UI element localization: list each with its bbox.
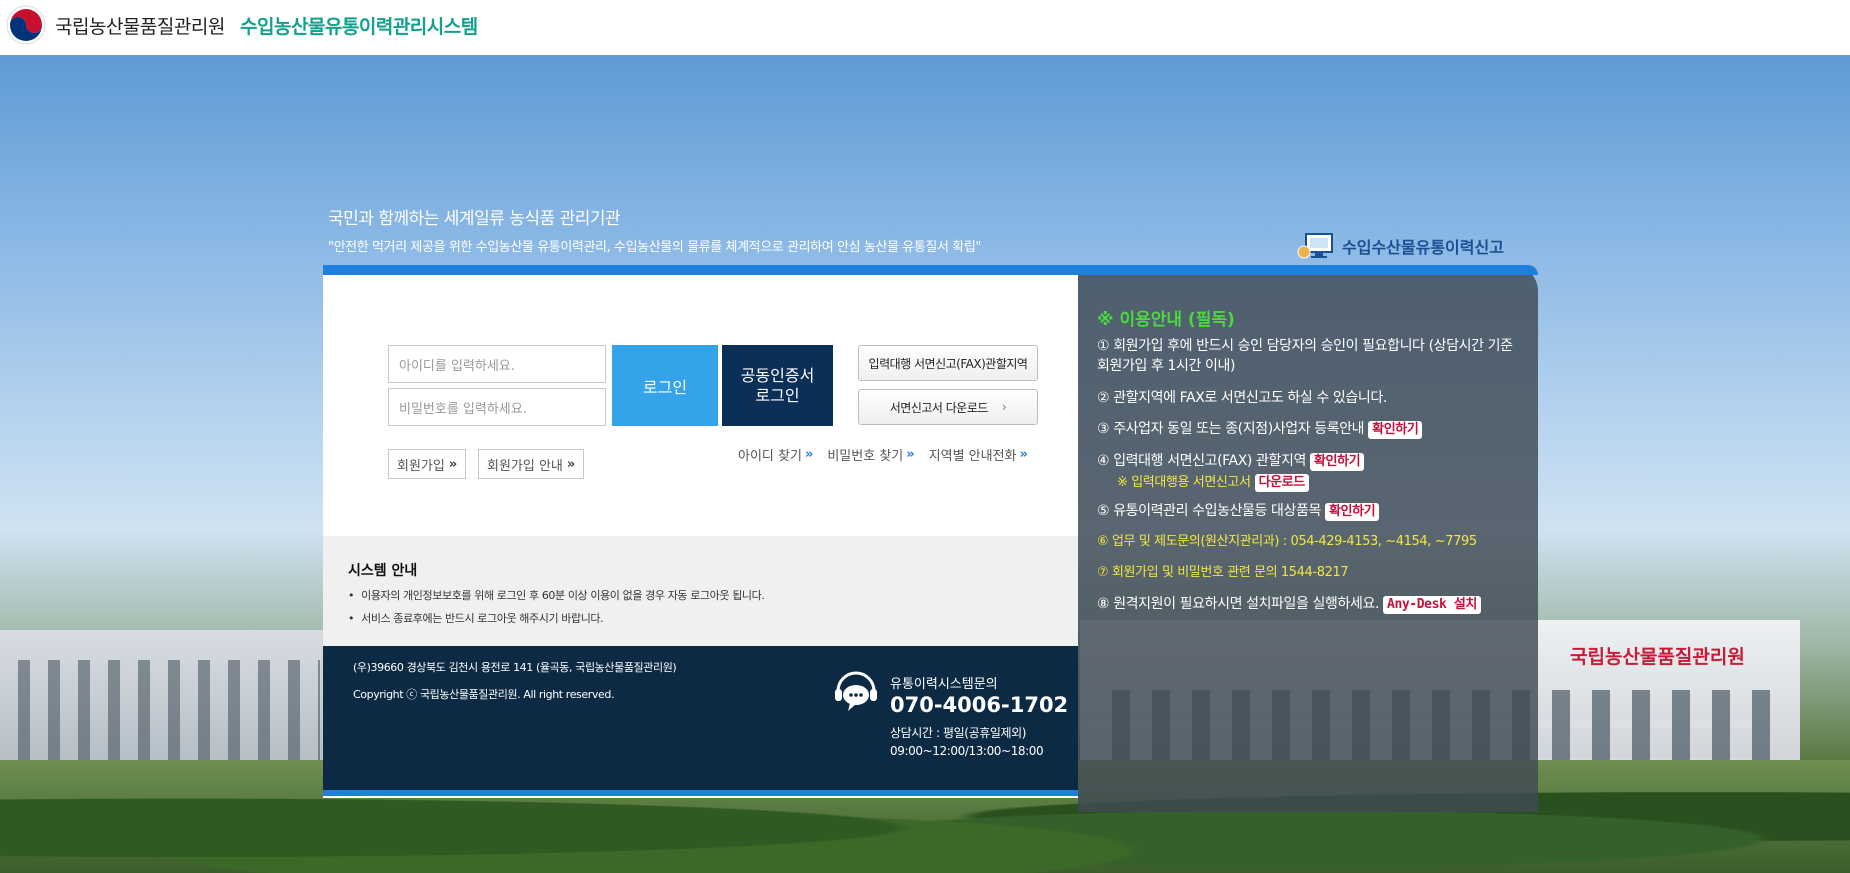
double-chevron-icon: » [448, 456, 458, 472]
certificate-login-button[interactable]: 공동인증서 로그인 [722, 345, 833, 426]
double-chevron-icon: » [804, 447, 814, 462]
usage-guide-panel-accent [1078, 265, 1538, 275]
system-name[interactable]: 수입농산물유통이력관리시스템 [240, 12, 478, 39]
double-chevron-icon: » [906, 447, 915, 462]
download-form-button[interactable]: 서면신고서 다운로드 › [858, 389, 1038, 425]
branch-business-confirm-button[interactable]: 확인하기 [1368, 421, 1423, 439]
usage-guide-item-3-text: ③ 주사업자 동일 또는 종(지점)사업자 등록안내 [1097, 421, 1365, 437]
find-id-link[interactable]: 아이디 찾기 » [738, 445, 813, 464]
government-emblem-logo[interactable] [6, 5, 46, 45]
written-report-download-button[interactable]: 다운로드 [1254, 474, 1309, 492]
contact-hours: 상담시간 : 평일(공휴일제외) [890, 726, 1027, 740]
contact-title: 유통이력시스템문의 [890, 677, 998, 692]
usage-guide-item-5-text: ⑤ 유통이력관리 수입농산물등 대상품목 [1097, 503, 1321, 519]
regional-contact-label: 지역별 안내전화 [928, 449, 1017, 464]
usage-guide-item-4-sub: ※ 입력대행용 서면신고서 다운로드 [1117, 471, 1309, 492]
usage-guide-item-4: ④ 입력대행 서면신고(FAX) 관할지역 확인하기 [1097, 451, 1527, 471]
system-notice-line: 서비스 종료후에는 반드시 로그아웃 해주시기 바랍니다. [348, 610, 604, 626]
password-input[interactable]: 비밀번호를 입력하세요. [388, 388, 606, 426]
usage-guide-item-8: ⑧ 원격지원이 필요하시면 설치파일을 실행하세요. Any-Desk 설치 [1097, 594, 1527, 614]
find-password-link[interactable]: 비밀번호 찾기 » [827, 445, 914, 464]
find-password-label: 비밀번호 찾기 [827, 449, 904, 464]
contact-hours-time: 09:00~12:00/13:00~18:00 [890, 744, 1044, 758]
login-button[interactable]: 로그인 [612, 345, 718, 426]
user-id-input[interactable]: 아이디를 입력하세요. [388, 345, 606, 383]
anydesk-install-button[interactable]: Any-Desk 설치 [1383, 596, 1481, 614]
org-name[interactable]: 국립농산물품질관리원 [55, 12, 225, 39]
double-chevron-icon: » [1019, 447, 1028, 462]
usage-guide-item-6: ⑥ 업무 및 제도문의(원산지관리과) : 054-429-4153, ~415… [1097, 534, 1477, 549]
fax-area-confirm-button[interactable]: 확인하기 [1309, 453, 1365, 471]
system-notice-line: 이용자의 개인정보보호를 위해 로그인 후 60분 이상 이용이 없을 경우 자… [348, 587, 765, 603]
signup-guide-label: 회원가입 안내 [487, 458, 563, 474]
find-id-label: 아이디 찾기 [738, 449, 802, 464]
usage-guide-title: ※ 이용안내 (필독) [1097, 310, 1235, 330]
signup-label: 회원가입 [397, 458, 445, 474]
password-placeholder: 비밀번호를 입력하세요. [399, 401, 527, 417]
usage-guide-item-5: ⑤ 유통이력관리 수입농산물등 대상품목 확인하기 [1097, 501, 1527, 521]
footer-copyright: Copyright ⓒ 국립농산물품질관리원. All right reserv… [353, 688, 615, 701]
signup-button[interactable]: 회원가입 » [388, 449, 467, 479]
usage-guide-item-4-sub-text: ※ 입력대행용 서면신고서 [1117, 475, 1251, 490]
account-help-links: 아이디 찾기 » 비밀번호 찾기 » 지역별 안내전화 » [738, 445, 1028, 464]
usage-guide-item-7: ⑦ 회원가입 및 비밀번호 관련 문의 1544-8217 [1097, 565, 1349, 580]
monitor-report-icon [1296, 232, 1336, 260]
building-sign: 국립농산물품질관리원 [1570, 646, 1745, 668]
footer-address: (우)39660 경상북도 김천시 용전로 141 (율곡동, 국립농산물품질관… [353, 661, 677, 674]
contact-phone: 070-4006-1702 [890, 693, 1069, 717]
slogan-subtitle: "안전한 먹거리 제공을 위한 수입농산물 유통이력관리, 수입농산물의 물류를… [328, 240, 981, 255]
system-notice-title: 시스템 안내 [348, 563, 418, 579]
fax-area-button[interactable]: 입력대행 서면신고(FAX)관할지역 [858, 345, 1038, 381]
usage-guide-item-2: ② 관할지역에 FAX로 서면신고도 하실 수 있습니다. [1097, 390, 1387, 406]
usage-guide-item-1: ① 회원가입 후에 반드시 승인 담당자의 승인이 필요합니다 (상담시간 기준… [1097, 338, 1513, 374]
usage-guide-item-8-text: ⑧ 원격지원이 필요하시면 설치파일을 실행하세요. [1097, 596, 1380, 612]
usage-guide-item-4-text: ④ 입력대행 서면신고(FAX) 관할지역 [1097, 453, 1306, 469]
signup-guide-button[interactable]: 회원가입 안내 » [478, 449, 585, 479]
seafood-report-link[interactable]: 수입수산물유통이력신고 [1296, 232, 1504, 260]
slogan-title: 국민과 함께하는 세계일류 농식품 관리기관 [328, 209, 621, 229]
target-items-confirm-button[interactable]: 확인하기 [1324, 503, 1380, 521]
download-form-label: 서면신고서 다운로드 [889, 400, 989, 415]
card-bottom-accent [323, 790, 1078, 796]
regional-contact-link[interactable]: 지역별 안내전화 » [929, 445, 1028, 464]
headset-icon [832, 669, 880, 715]
seafood-report-label: 수입수산물유통이력신고 [1342, 238, 1504, 257]
usage-guide-item-3: ③ 주사업자 동일 또는 종(지점)사업자 등록안내 확인하기 [1097, 419, 1527, 439]
chevron-right-icon: › [1001, 400, 1007, 414]
building-left-windows [0, 660, 320, 770]
user-id-placeholder: 아이디를 입력하세요. [399, 358, 515, 374]
double-chevron-icon: » [566, 456, 576, 472]
top-header: 국립농산물품질관리원 수입농산물유통이력관리시스템 [0, 0, 1850, 55]
